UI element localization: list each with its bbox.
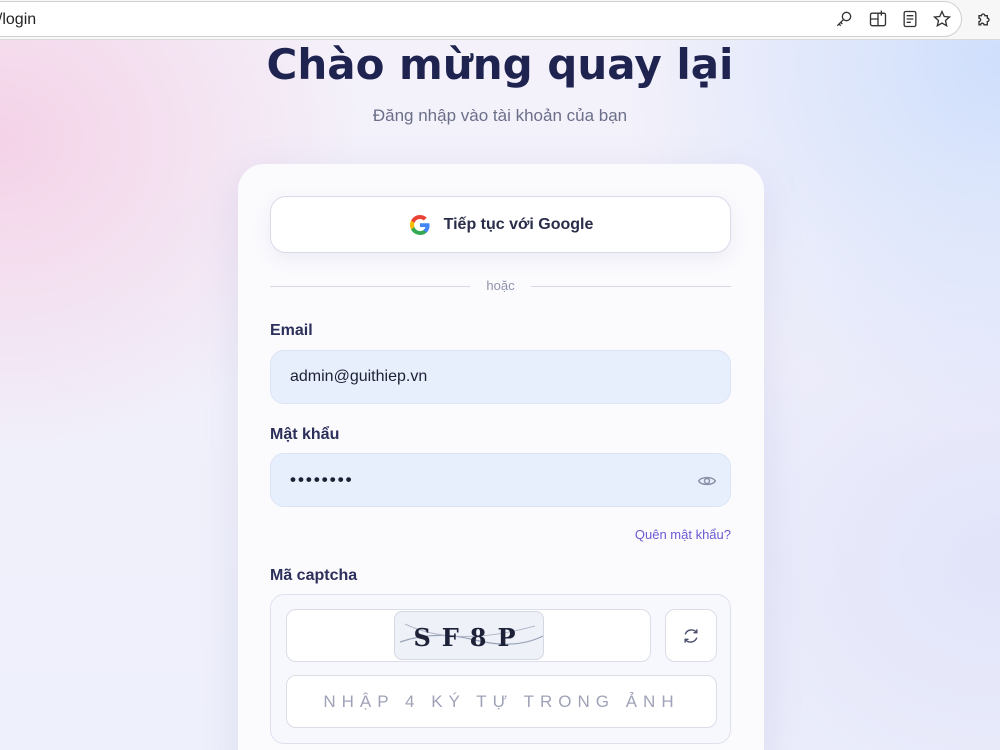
page-title: Chào mừng quay lại [266,40,734,89]
captcha-code: SF8P [413,623,527,652]
refresh-icon [684,628,698,643]
key-icon[interactable] [832,7,856,31]
captcha-input[interactable]: NHẬP 4 KÝ TỰ TRONG ẢNH [286,675,717,728]
captcha-panel: SF8P NHẬP 4 KÝ TỰ TRONG ẢNH [270,594,731,744]
google-signin-button[interactable]: Tiếp tục với Google [270,196,731,253]
divider-line-right [531,286,731,287]
split-screen-icon[interactable] [866,7,890,31]
password-value: •••••••• [290,470,354,489]
google-signin-label: Tiếp tục với Google [443,215,594,233]
reader-icon[interactable] [898,7,922,31]
password-field[interactable]: •••••••• [270,453,731,507]
password-label: Mật khẩu [270,426,340,443]
extensions-icon[interactable] [972,7,996,31]
email-value: admin@guithiep.vn [290,368,428,385]
forgot-password-link[interactable]: Quên mật khẩu? [635,527,731,542]
login-card: Tiếp tục với Google hoặc Email admin@gui… [238,164,764,750]
captcha-image-frame: SF8P [286,609,651,662]
eye-icon[interactable] [696,470,718,492]
email-field[interactable]: admin@guithiep.vn [270,350,731,404]
page-subtitle: Đăng nhập vào tài khoản của bạn [372,106,628,125]
captcha-placeholder: NHẬP 4 KÝ TỰ TRONG ẢNH [323,691,680,711]
browser-toolbar: vn/login [0,0,1000,40]
refresh-captcha-button[interactable] [665,609,717,662]
captcha-label: Mã captcha [270,567,358,584]
star-icon[interactable] [930,7,954,31]
url-text: vn/login [0,11,37,28]
address-field[interactable]: vn/login [0,1,962,37]
google-icon [409,214,430,235]
captcha-image: SF8P [394,611,544,660]
email-label: Email [270,322,313,339]
or-divider: hoặc [270,276,731,296]
